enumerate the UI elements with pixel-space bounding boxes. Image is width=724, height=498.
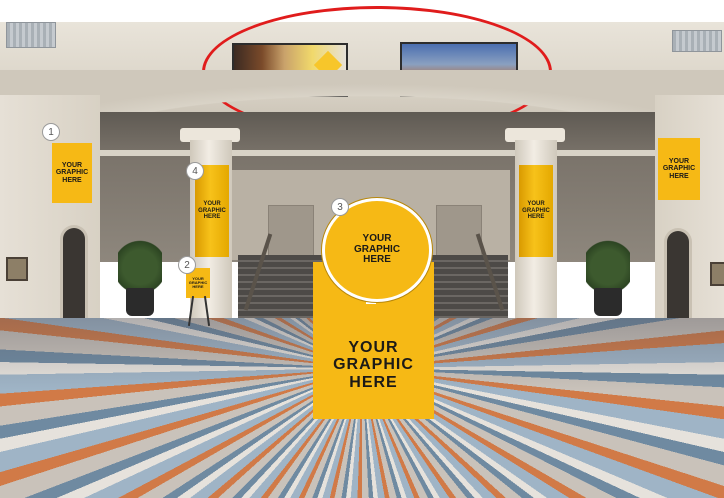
right-elevator-door: [664, 228, 692, 323]
callout-4-label: 4: [192, 165, 198, 177]
back-door-right: [436, 205, 482, 259]
easel-sign-text: YOUR GRAPHIC HERE: [188, 275, 208, 290]
balcony-rail: [95, 150, 655, 156]
right-plant-foliage: [586, 230, 630, 292]
right-potted-plant: [586, 230, 630, 320]
left-potted-plant: [118, 230, 162, 320]
callout-2-label: 2: [184, 259, 190, 271]
callout-1-label: 1: [48, 126, 54, 138]
left-column-wrap-graphic: YOUR GRAPHIC HERE: [195, 165, 229, 257]
right-wall-banner-text: YOUR GRAPHIC HERE: [662, 157, 696, 180]
callout-1-marker: 1: [42, 123, 60, 141]
kiosk-circle-text: YOUR GRAPHIC HERE: [353, 232, 401, 266]
callout-3-marker: 3: [331, 198, 349, 216]
left-plant-pot: [126, 288, 154, 316]
left-wall-banner-text: YOUR GRAPHIC HERE: [55, 161, 89, 184]
left-column-wrap-text: YOUR GRAPHIC HERE: [198, 201, 226, 221]
back-door-left: [268, 205, 314, 259]
kiosk-base-text: YOUR GRAPHIC HERE: [333, 339, 414, 391]
right-ceiling-vent: [672, 30, 722, 52]
right-column-wrap-graphic: YOUR GRAPHIC HERE: [519, 165, 553, 257]
callout-3-label: 3: [337, 201, 343, 213]
lobby-scene: YOUR GRAPHIC HERE YOUR GRAPHIC HERE YOUR…: [0, 0, 724, 498]
left-wall-frame: [6, 257, 28, 281]
right-plant-pot: [594, 288, 622, 316]
callout-2-marker: 2: [178, 256, 196, 274]
callout-4-marker: 4: [186, 162, 204, 180]
right-column-wrap-text: YOUR GRAPHIC HERE: [522, 201, 550, 221]
left-plant-foliage: [118, 230, 162, 292]
left-ceiling-vent: [6, 22, 56, 48]
right-wall-banner: YOUR GRAPHIC HERE: [658, 138, 700, 200]
left-elevator-door: [60, 225, 88, 323]
right-wall-frame: [710, 262, 724, 286]
left-wall-banner: YOUR GRAPHIC HERE: [52, 143, 92, 203]
